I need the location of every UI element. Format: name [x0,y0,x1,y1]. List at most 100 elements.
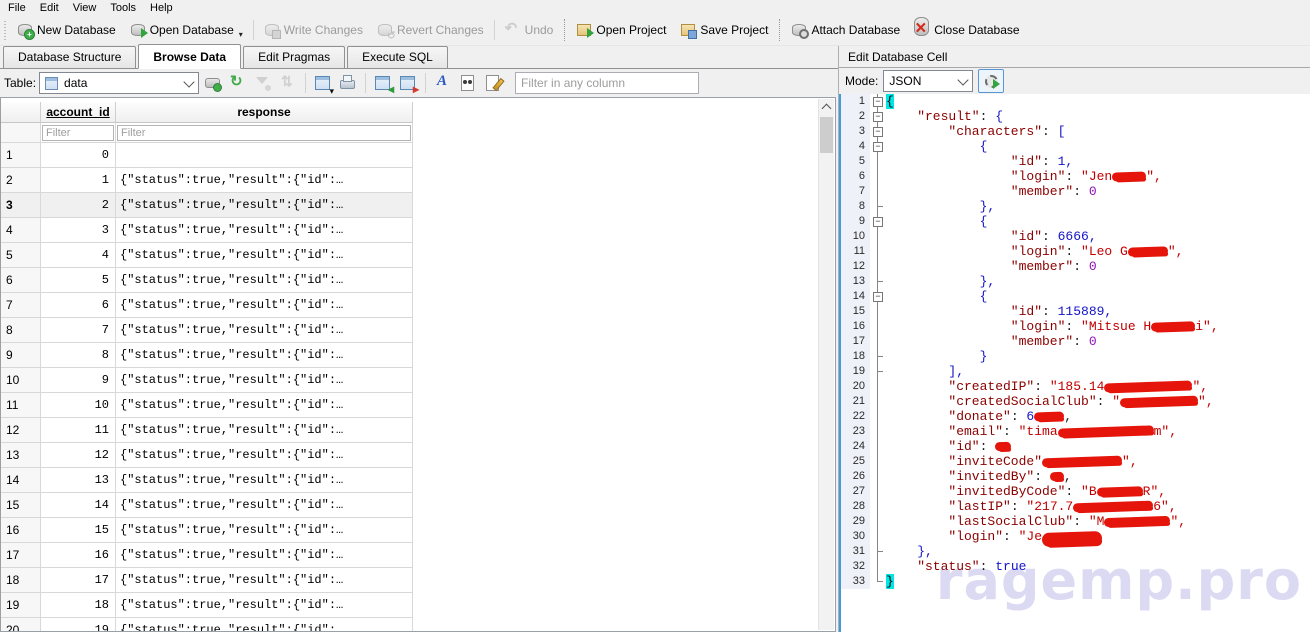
code-text[interactable]: "member": 0 [886,259,1097,274]
cell-response[interactable]: {"status":true,"result":{"id":… [116,268,413,293]
code-text[interactable]: }, [886,199,995,214]
cell-account-id[interactable]: 16 [41,543,116,568]
cell-response[interactable]: {"status":true,"result":{"id":… [116,343,413,368]
attach-database-button[interactable]: Attach Database [784,18,907,42]
row-number[interactable]: 10 [1,368,41,393]
response-filter-input[interactable] [117,125,411,141]
fold-collapse-icon[interactable] [870,214,886,229]
code-text[interactable]: { [886,139,987,154]
code-text[interactable]: "status": true [886,559,1026,574]
cell-response[interactable]: {"status":true,"result":{"id":… [116,468,413,493]
edit-cell-icon[interactable] [482,72,504,94]
new-database-button[interactable]: New Database [10,18,123,42]
column-header-response[interactable]: response [116,102,413,123]
code-text[interactable]: "member": 0 [886,184,1097,199]
code-text[interactable]: "invitedBy": , [886,469,1072,484]
cell-account-id[interactable]: 4 [41,243,116,268]
code-text[interactable]: "id": [886,439,1011,454]
new-record-icon[interactable] [202,72,224,94]
menu-file[interactable]: File [2,1,34,15]
fold-collapse-icon[interactable] [870,109,886,124]
cell-account-id[interactable]: 6 [41,293,116,318]
code-text[interactable]: ], [886,364,964,379]
print-icon[interactable] [337,72,359,94]
cell-account-id[interactable]: 10 [41,393,116,418]
row-number[interactable]: 8 [1,318,41,343]
cell-account-id[interactable]: 1 [41,168,116,193]
insert-row-icon[interactable] [372,72,394,94]
apply-changes-button[interactable] [978,69,1004,93]
fold-collapse-icon[interactable] [870,289,886,304]
row-number[interactable]: 15 [1,493,41,518]
row-number[interactable]: 12 [1,418,41,443]
code-text[interactable]: "member": 0 [886,334,1097,349]
cell-response[interactable]: {"status":true,"result":{"id":… [116,418,413,443]
cell-response[interactable]: {"status":true,"result":{"id":… [116,518,413,543]
row-number[interactable]: 7 [1,293,41,318]
fold-collapse-icon[interactable] [870,94,886,109]
code-text[interactable]: } [886,349,987,364]
fold-collapse-icon[interactable] [870,139,886,154]
cell-account-id[interactable]: 9 [41,368,116,393]
code-text[interactable]: "lastIP": "217.76", [886,499,1177,514]
column-header-account-id[interactable]: account_id [41,102,116,123]
code-text[interactable]: } [886,574,894,589]
scrollbar-thumb[interactable] [820,117,833,153]
row-number[interactable]: 20 [1,618,41,632]
row-number[interactable]: 6 [1,268,41,293]
cell-account-id[interactable]: 12 [41,443,116,468]
save-view-icon[interactable] [312,72,334,94]
account-id-filter-input[interactable] [42,125,114,141]
code-text[interactable]: "login": "Jen", [886,169,1162,184]
toolbar-grip[interactable] [3,19,8,41]
cell-response[interactable]: {"status":true,"result":{"id":… [116,193,413,218]
cell-account-id[interactable]: 13 [41,468,116,493]
cell-account-id[interactable]: 15 [41,518,116,543]
code-text[interactable]: { [886,289,987,304]
code-text[interactable]: "createdSocialClub": "", [886,394,1214,409]
row-number[interactable]: 19 [1,593,41,618]
cell-response[interactable]: {"status":true,"result":{"id":… [116,443,413,468]
delete-row-icon[interactable] [397,72,419,94]
cell-response[interactable]: {"status":true,"result":{"id":… [116,493,413,518]
tab-edit-pragmas[interactable]: Edit Pragmas [243,46,345,68]
row-number[interactable]: 4 [1,218,41,243]
cell-response[interactable]: {"status":true,"result":{"id":… [116,618,413,632]
code-text[interactable]: { [886,214,987,229]
cell-account-id[interactable]: 8 [41,343,116,368]
tab-database-structure[interactable]: Database Structure [3,46,136,68]
code-text[interactable]: "inviteCode"", [886,454,1138,469]
cell-account-id[interactable]: 3 [41,218,116,243]
cell-response[interactable] [116,143,413,168]
row-number[interactable]: 3 [1,193,41,218]
code-text[interactable]: "id": 1, [886,154,1073,169]
cell-account-id[interactable]: 17 [41,568,116,593]
fold-collapse-icon[interactable] [870,124,886,139]
code-text[interactable]: { [886,94,894,109]
row-number[interactable]: 2 [1,168,41,193]
table-scrollbar[interactable] [818,99,834,630]
open-database-button[interactable]: Open Database▾ [123,18,250,42]
find-icon[interactable] [457,72,479,94]
code-text[interactable]: "login": "Leo G", [886,244,1183,259]
menu-tools[interactable]: Tools [104,1,144,15]
cell-account-id[interactable]: 14 [41,493,116,518]
menu-view[interactable]: View [67,1,105,15]
save-project-button[interactable]: Save Project [673,18,775,42]
code-text[interactable]: "login": "Mitsue Hi", [886,319,1219,334]
open-project-button[interactable]: Open Project [569,18,673,42]
cell-account-id[interactable]: 2 [41,193,116,218]
cell-account-id[interactable]: 11 [41,418,116,443]
close-database-button[interactable]: Close Database [907,18,1026,42]
cell-response[interactable]: {"status":true,"result":{"id":… [116,368,413,393]
code-text[interactable]: }, [886,544,933,559]
filter-any-column-input[interactable] [515,72,699,94]
code-text[interactable]: "lastSocialClub": "M", [886,514,1186,529]
cell-response[interactable]: {"status":true,"result":{"id":… [116,568,413,593]
row-number[interactable]: 1 [1,143,41,168]
cell-response[interactable]: {"status":true,"result":{"id":… [116,293,413,318]
cell-response[interactable]: {"status":true,"result":{"id":… [116,318,413,343]
tab-browse-data[interactable]: Browse Data [138,44,241,69]
row-number[interactable]: 14 [1,468,41,493]
tab-execute-sql[interactable]: Execute SQL [347,46,448,68]
